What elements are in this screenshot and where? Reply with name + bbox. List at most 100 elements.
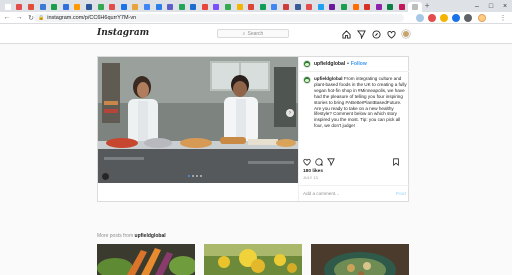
browser-tab[interactable] [118, 2, 130, 12]
address-bar[interactable]: 🔒 instagram.com/p/CC6H6qurrY7M-vn [34, 14, 404, 22]
browser-tab[interactable] [327, 2, 339, 12]
menu-icon[interactable]: ⋮ [498, 13, 508, 23]
tab-favicon-icon [74, 4, 81, 10]
browser-tab[interactable] [14, 2, 26, 12]
browser-tab[interactable] [361, 2, 373, 12]
tab-favicon-icon [62, 4, 69, 10]
browser-tab[interactable] [407, 2, 422, 12]
extension-icon[interactable] [464, 14, 472, 22]
separator-dot: • [347, 61, 349, 67]
like-icon[interactable] [303, 158, 311, 166]
more-post-thumbnail[interactable] [311, 244, 409, 275]
browser-tab[interactable] [211, 2, 223, 12]
tab-favicon-icon [120, 4, 127, 10]
close-window-button[interactable]: × [498, 0, 512, 12]
browser-tab[interactable] [60, 2, 72, 12]
tab-favicon-icon [364, 4, 371, 10]
browser-tab[interactable] [106, 2, 118, 12]
browser-tab[interactable] [48, 2, 60, 12]
browser-tab[interactable] [130, 2, 142, 12]
extension-icon[interactable] [452, 14, 460, 22]
bookmark-icon[interactable] [392, 158, 400, 166]
home-icon[interactable] [341, 29, 351, 39]
direct-icon[interactable] [356, 29, 366, 39]
tab-favicon-icon [317, 4, 324, 10]
browser-tab[interactable] [2, 2, 14, 12]
activity-heart-icon[interactable] [386, 29, 396, 39]
maximize-button[interactable]: □ [484, 0, 498, 12]
browser-tab[interactable] [199, 2, 211, 12]
browser-tab[interactable] [222, 2, 234, 12]
browser-tab[interactable] [188, 2, 200, 12]
tagged-user-icon[interactable] [102, 173, 109, 180]
tab-favicon-icon [213, 4, 220, 10]
browser-toolbar: ← → ↻ 🔒 instagram.com/p/CC6H6qurrY7M-vn … [0, 12, 512, 24]
like-count[interactable]: 180 likes [303, 169, 323, 174]
profile-avatar[interactable] [478, 14, 486, 22]
author-avatar[interactable] [303, 60, 311, 68]
browser-tab[interactable] [37, 2, 49, 12]
browser-tab[interactable] [83, 2, 95, 12]
instagram-logo[interactable]: Instagram [97, 28, 149, 38]
rapeseed-flowers-photo [204, 244, 302, 275]
browser-tab[interactable] [245, 2, 257, 12]
search-input[interactable]: ⌕ Search [217, 29, 289, 38]
browser-tab[interactable] [95, 2, 107, 12]
post-comment-button[interactable]: Post [396, 191, 406, 196]
forward-icon[interactable]: → [14, 13, 24, 23]
browser-tab[interactable] [396, 2, 408, 12]
browser-tab[interactable] [373, 2, 385, 12]
tab-favicon-icon [201, 4, 208, 10]
back-icon[interactable]: ← [2, 13, 12, 23]
browser-tab[interactable] [280, 2, 292, 12]
search-placeholder: Search [247, 30, 264, 37]
browser-tab[interactable] [269, 2, 281, 12]
author-username[interactable]: upfieldglobal [314, 61, 345, 67]
next-arrow-icon[interactable]: › [286, 109, 294, 117]
plated-dish-photo [311, 244, 409, 275]
follow-button[interactable]: Follow [351, 61, 367, 67]
tab-favicon-icon [97, 4, 104, 10]
comment-icon[interactable] [315, 158, 323, 166]
explore-icon[interactable] [371, 29, 381, 39]
browser-tab[interactable] [176, 2, 188, 12]
browser-tab[interactable] [153, 2, 165, 12]
browser-tab[interactable] [385, 2, 397, 12]
browser-tab[interactable] [72, 2, 84, 12]
browser-tab[interactable] [25, 2, 37, 12]
post-date: JULY 13 [303, 176, 318, 180]
extension-icon[interactable] [428, 14, 436, 22]
tab-favicon-icon [341, 4, 348, 10]
browser-tab[interactable] [141, 2, 153, 12]
extension-icon[interactable] [416, 14, 424, 22]
tab-favicon-icon [236, 4, 243, 10]
browser-tab[interactable] [303, 2, 315, 12]
new-tab-button[interactable]: + [425, 1, 430, 11]
caption-avatar[interactable] [303, 76, 311, 84]
tab-favicon-icon [352, 4, 359, 10]
post-photo[interactable]: › [98, 57, 298, 183]
comment-input[interactable]: Add a comment... [303, 191, 396, 196]
minimize-button[interactable]: – [470, 0, 484, 12]
tab-favicon-icon [51, 4, 58, 10]
tab-favicon-icon [248, 4, 255, 10]
more-post-thumbnail[interactable] [97, 244, 195, 275]
profile-avatar[interactable] [401, 29, 411, 39]
more-posts-heading: More posts from upfieldglobal [97, 233, 166, 239]
tab-favicon-icon [294, 4, 301, 10]
browser-tab[interactable] [234, 2, 246, 12]
browser-tab[interactable] [338, 2, 350, 12]
browser-tab[interactable] [315, 2, 327, 12]
browser-tab[interactable] [257, 2, 269, 12]
browser-tab[interactable] [164, 2, 176, 12]
tab-favicon-icon [4, 4, 11, 10]
more-post-thumbnail[interactable] [204, 244, 302, 275]
browser-tab-strip: + [0, 0, 512, 12]
caption-username[interactable]: upfieldglobal [314, 76, 343, 81]
browser-tab[interactable] [292, 2, 304, 12]
caption-body: From integrating culture and plant-based… [314, 76, 407, 129]
share-icon[interactable] [327, 158, 335, 166]
extension-icon[interactable] [440, 14, 448, 22]
more-posts-username[interactable]: upfieldglobal [135, 233, 166, 239]
browser-tab[interactable] [350, 2, 362, 12]
